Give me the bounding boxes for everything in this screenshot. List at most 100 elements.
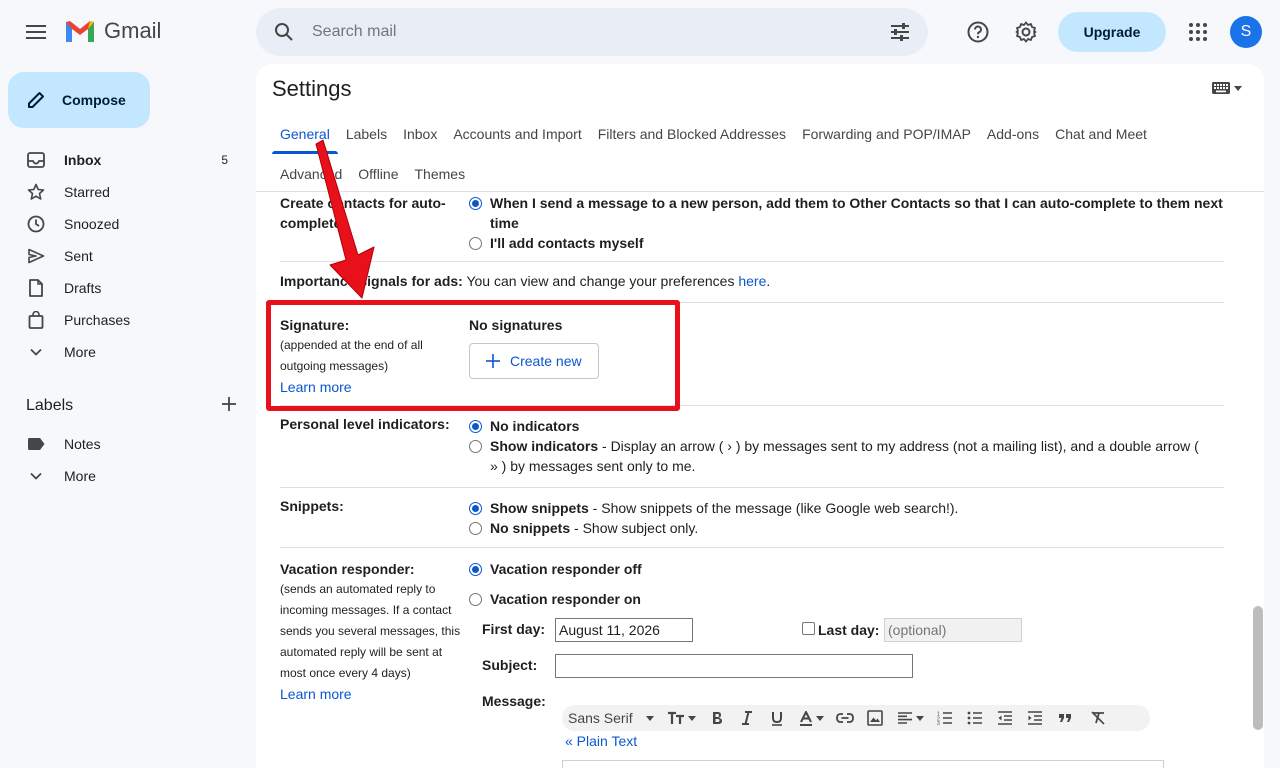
sidebar-item-label: Starred <box>64 184 110 200</box>
font-size-button[interactable] <box>660 705 702 731</box>
vacation-learn-more-link[interactable]: Learn more <box>280 686 352 702</box>
option-text: When I send a message to a new person, a… <box>490 195 1223 231</box>
upgrade-button[interactable]: Upgrade <box>1058 12 1166 52</box>
sidebar-item-label: Sent <box>64 248 93 264</box>
indent-less-icon[interactable] <box>990 705 1020 731</box>
scrollbar-thumb[interactable] <box>1253 606 1263 730</box>
caret-down-icon <box>646 715 654 721</box>
settings-gear-icon[interactable] <box>1006 12 1046 52</box>
tab-forwarding[interactable]: Forwarding and POP/IMAP <box>794 114 979 154</box>
message-label: Message: <box>482 693 546 709</box>
vacation-option-off[interactable]: Vacation responder off <box>469 559 1209 579</box>
tab-themes[interactable]: Themes <box>407 154 474 194</box>
sidebar-item-label: Purchases <box>64 312 131 328</box>
setting-ads-signals: Importance signals for ads: You can view… <box>280 262 1224 303</box>
align-button[interactable] <box>890 705 930 731</box>
radio-button-selected[interactable] <box>469 563 482 576</box>
input-tools-button[interactable] <box>1212 82 1242 94</box>
tab-offline[interactable]: Offline <box>350 154 406 194</box>
tab-advanced[interactable]: Advanced <box>272 154 350 194</box>
gmail-logo[interactable]: Gmail <box>64 18 161 44</box>
gmail-m-icon <box>66 21 94 42</box>
sidebar-item-labels-more[interactable]: More <box>0 460 256 492</box>
tab-accounts[interactable]: Accounts and Import <box>445 114 589 154</box>
search-icon[interactable] <box>256 22 312 42</box>
send-icon <box>26 246 46 266</box>
first-day-input[interactable] <box>555 618 693 642</box>
search-options-icon[interactable] <box>872 23 928 41</box>
vacation-option-on[interactable]: Vacation responder on <box>469 589 1209 609</box>
hamburger-icon <box>26 25 46 39</box>
plain-text-link[interactable]: « Plain Text <box>565 733 637 749</box>
top-bar: Gmail Upgrade S <box>0 0 1280 64</box>
create-contacts-option-manual[interactable]: I'll add contacts myself <box>469 233 1224 253</box>
tabs-row-1: General Labels Inbox Accounts and Import… <box>272 114 1212 154</box>
personal-level-option-none[interactable]: No indicators <box>469 416 1199 436</box>
radio-button-selected[interactable] <box>469 420 482 433</box>
sidebar-item-notes[interactable]: Notes <box>0 428 256 460</box>
labels-header: Labels <box>26 396 236 416</box>
radio-button-selected[interactable] <box>469 502 482 515</box>
avatar[interactable]: S <box>1230 16 1262 48</box>
sidebar-item-inbox[interactable]: Inbox 5 <box>0 144 256 176</box>
pencil-icon <box>26 90 46 110</box>
bulleted-list-icon[interactable] <box>960 705 990 731</box>
underline-icon[interactable] <box>762 705 792 731</box>
personal-level-option-show[interactable]: Show indicators - Display an arrow ( › )… <box>469 436 1199 476</box>
apps-grid-icon[interactable] <box>1178 12 1218 52</box>
tab-inbox[interactable]: Inbox <box>395 114 445 154</box>
radio-button-selected[interactable] <box>469 197 482 210</box>
last-day-input[interactable] <box>884 618 1022 642</box>
sidebar-item-drafts[interactable]: Drafts <box>0 272 256 304</box>
create-contacts-label: Create contacts for auto-complete: <box>280 195 446 231</box>
vacation-label: Vacation responder: <box>280 561 415 577</box>
sidebar-item-label: Notes <box>64 436 101 452</box>
numbered-list-icon[interactable]: 123 <box>930 705 960 731</box>
tab-labels[interactable]: Labels <box>338 114 395 154</box>
sidebar-item-purchases[interactable]: Purchases <box>0 304 256 336</box>
inbox-icon <box>26 150 46 170</box>
insert-image-icon[interactable] <box>860 705 890 731</box>
settings-panel: Settings General Labels Inbox Accounts a… <box>256 64 1264 768</box>
support-icon[interactable] <box>958 12 998 52</box>
tab-general[interactable]: General <box>272 114 338 154</box>
snippets-option-show[interactable]: Show snippets - Show snippets of the mes… <box>469 498 1199 518</box>
radio-button[interactable] <box>469 237 482 250</box>
quote-icon[interactable] <box>1050 705 1080 731</box>
sidebar-item-snoozed[interactable]: Snoozed <box>0 208 256 240</box>
text-color-icon <box>799 710 812 726</box>
sidebar-item-label: Drafts <box>64 280 102 296</box>
ads-here-link[interactable]: here <box>738 273 766 289</box>
add-label-icon[interactable] <box>222 396 236 416</box>
option-bold-text: Show indicators <box>490 438 599 454</box>
sidebar-item-starred[interactable]: Starred <box>0 176 256 208</box>
tab-addons[interactable]: Add-ons <box>979 114 1047 154</box>
option-text: I'll add contacts myself <box>490 235 644 251</box>
radio-button[interactable] <box>469 593 482 606</box>
chevron-down-icon <box>26 466 46 486</box>
italic-icon[interactable] <box>732 705 762 731</box>
option-text: No indicators <box>490 418 580 434</box>
bold-icon[interactable] <box>702 705 732 731</box>
link-icon[interactable] <box>830 705 860 731</box>
compose-button[interactable]: Compose <box>8 72 150 128</box>
message-body-editor[interactable] <box>562 760 1164 768</box>
last-day-checkbox[interactable] <box>802 622 815 635</box>
compose-label: Compose <box>62 92 126 108</box>
tab-chat-meet[interactable]: Chat and Meet <box>1047 114 1155 154</box>
search-input[interactable] <box>312 23 872 41</box>
indent-more-icon[interactable] <box>1020 705 1050 731</box>
snippets-option-none[interactable]: No snippets - Show subject only. <box>469 518 1199 538</box>
subject-input[interactable] <box>555 654 913 678</box>
text-color-button[interactable] <box>792 705 830 731</box>
ads-label: Importance signals for ads: <box>280 273 463 289</box>
remove-formatting-icon[interactable] <box>1080 705 1116 731</box>
create-contacts-option-auto[interactable]: When I send a message to a new person, a… <box>469 193 1224 233</box>
main-menu-button[interactable] <box>16 12 56 52</box>
radio-button[interactable] <box>469 440 482 453</box>
font-family-select[interactable]: Sans Serif <box>562 705 660 731</box>
sidebar-item-more[interactable]: More <box>0 336 256 368</box>
radio-button[interactable] <box>469 522 482 535</box>
tab-filters[interactable]: Filters and Blocked Addresses <box>590 114 794 154</box>
sidebar-item-sent[interactable]: Sent <box>0 240 256 272</box>
